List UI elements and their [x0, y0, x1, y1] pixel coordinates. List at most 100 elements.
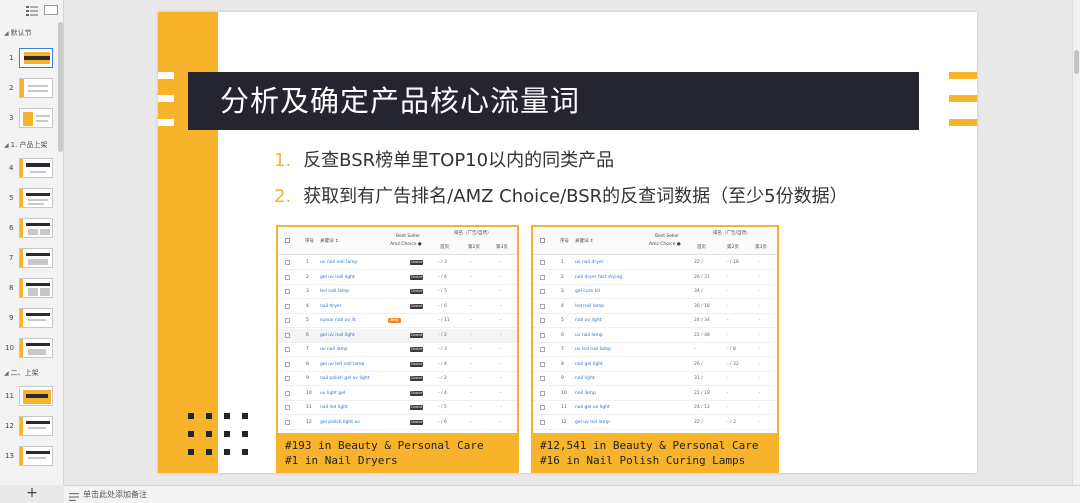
slide-thumb-7[interactable]: 7	[0, 248, 58, 272]
row-checkbox[interactable]	[285, 318, 290, 323]
keyword-link[interactable]: sunuv nail uv lit	[320, 314, 356, 327]
table-row[interactable]: 8 gel uv led nail lamp Choice - / 4 - -	[278, 358, 517, 372]
row-checkbox[interactable]	[285, 361, 290, 367]
row-checkbox[interactable]	[540, 289, 545, 294]
table-row[interactable]: 10 uv light gel Choice - / 4 - -	[278, 387, 517, 401]
keyword-link[interactable]: gel cure kit	[575, 285, 600, 298]
row-checkbox[interactable]	[285, 419, 290, 425]
keyword-link[interactable]: gel uv nail light	[320, 271, 355, 284]
slide-thumb-4[interactable]: 4	[0, 158, 58, 182]
row-checkbox[interactable]	[285, 274, 290, 280]
table-row[interactable]: 11 nail led light Choice - / 5 - -	[278, 401, 517, 416]
table-row[interactable]: 6 uv nail lamp 22 / 48 - -	[533, 329, 777, 343]
table-row[interactable]: 4 nail dryer Choice - / 6 - -	[278, 300, 517, 314]
bullet-item-2[interactable]: 2. 获取到有广告排名/AMZ Choice/BSR的反查词数据（至少5份数据）	[274, 182, 848, 208]
keyword-link[interactable]: gel uv led lamp	[575, 416, 610, 429]
keyword-screenshot-2[interactable]: 序号 关键词 ↕ Best Seller Amz Choice ● 排名（广告/…	[531, 225, 779, 473]
slide-title[interactable]: 分析及确定产品核心流量词	[220, 72, 580, 130]
vertical-scrollbar[interactable]	[1072, 0, 1080, 485]
slide-thumb-11[interactable]: 11	[0, 386, 58, 410]
table-row[interactable]: 6 gel uv nail light Choice - / 2 - -	[278, 328, 517, 343]
row-checkbox[interactable]	[540, 318, 545, 323]
table-row[interactable]: 1 uv nail dryer 22 / - / 18 -	[533, 256, 777, 271]
keyword-screenshot-1[interactable]: 序号 关键词 ↕ Best Seller Amz Choice ● 排名（广告/…	[276, 225, 519, 473]
keyword-link[interactable]: uv nail lamp	[575, 329, 603, 342]
table-row[interactable]: 3 led nail lamp Choice - / 5 - -	[278, 285, 517, 300]
row-checkbox[interactable]	[540, 303, 545, 309]
keyword-link[interactable]: uv nail dryer	[575, 256, 603, 269]
section-header[interactable]: ◢ 默认节	[4, 28, 32, 38]
keyword-link[interactable]: led nail lamp	[575, 300, 604, 313]
scrollbar-thumb[interactable]	[1074, 50, 1079, 74]
table-row[interactable]: 5 sunuv nail uv lit Best - / 11 - -	[278, 314, 517, 329]
table-row[interactable]: 12 gel polish light uv Choice - / 6 - -	[278, 416, 517, 430]
panel-scrollbar[interactable]	[58, 22, 63, 152]
slide-thumb-8[interactable]: 8	[0, 278, 58, 302]
table-row[interactable]: 7 uv led nail lamp - - / 8 -	[533, 343, 777, 358]
slide-thumb-5[interactable]: 5	[0, 188, 58, 212]
slide-thumb-10[interactable]: 10	[0, 338, 58, 362]
table-row[interactable]: 3 gel cure kit 34 / - -	[533, 285, 777, 300]
slide-thumb-12[interactable]: 12	[0, 416, 58, 440]
keyword-link[interactable]: led nail lamp	[320, 285, 349, 298]
row-checkbox[interactable]	[540, 361, 545, 367]
slide-canvas[interactable]: 分析及确定产品核心流量词 1. 反查BSR榜单里TOP10以内的同类产品 2. 获取…	[158, 12, 977, 473]
keyword-link[interactable]: uv nail lamp	[320, 343, 348, 356]
row-checkbox[interactable]	[540, 332, 545, 338]
row-checkbox[interactable]	[285, 289, 290, 294]
section-header[interactable]: ◢ 1. 产品上架	[4, 140, 48, 150]
row-checkbox[interactable]	[285, 405, 290, 410]
table-row[interactable]: 2 nail dryer fast drying 26 / 31 - -	[533, 271, 777, 285]
slide-thumb-9[interactable]: 9	[0, 308, 58, 332]
title-band[interactable]: 分析及确定产品核心流量词	[188, 72, 919, 130]
row-checkbox[interactable]	[285, 376, 290, 381]
slide-thumb-3[interactable]: 3	[0, 108, 58, 132]
row-checkbox[interactable]	[285, 347, 290, 352]
notes-bar[interactable]: 单击此处添加备注	[64, 485, 1080, 503]
section-header[interactable]: ◢ 二、上架	[4, 368, 39, 378]
row-checkbox[interactable]	[285, 303, 290, 309]
outline-view-icon[interactable]	[25, 5, 39, 17]
table-row[interactable]: 11 nail gel uv light 24 / 12 - -	[533, 401, 777, 416]
keyword-link[interactable]: nail led light	[320, 401, 348, 414]
notes-placeholder[interactable]: 单击此处添加备注	[83, 489, 147, 500]
keyword-link[interactable]: gel polish light uv	[320, 416, 360, 429]
table-row[interactable]: 2 gel uv nail light Choice - / 4 - -	[278, 271, 517, 285]
row-checkbox[interactable]	[540, 405, 545, 410]
keyword-link[interactable]: uv nail nail lamp	[320, 256, 357, 269]
row-checkbox[interactable]	[540, 274, 545, 280]
keyword-link[interactable]: nail dryer fast drying	[575, 271, 622, 284]
table-row[interactable]: 12 gel uv led lamp 22 / - / 2 -	[533, 416, 777, 430]
row-checkbox[interactable]	[540, 390, 545, 396]
slide-thumb-2[interactable]: 2	[0, 78, 58, 102]
row-checkbox[interactable]	[285, 260, 290, 265]
keyword-link[interactable]: nail light	[575, 372, 595, 385]
table-row[interactable]: 5 nail uv light 24 / 34 - -	[533, 314, 777, 329]
keyword-link[interactable]: nail gel light	[575, 358, 603, 371]
keyword-link[interactable]: nail gel uv light	[575, 401, 610, 414]
row-checkbox[interactable]	[540, 419, 545, 425]
table-row[interactable]: 4 led nail lamp 36 / 18 - -	[533, 300, 777, 314]
table-row[interactable]: 9 nail polish gel uv light Choice - / 2 - -	[278, 372, 517, 387]
row-checkbox[interactable]	[540, 376, 545, 381]
slide-thumb-6[interactable]: 6	[0, 218, 58, 242]
add-slide-button[interactable]: +	[0, 485, 64, 503]
keyword-link[interactable]: gel uv nail light	[320, 329, 355, 342]
keyword-link[interactable]: uv light gel	[320, 387, 345, 400]
keyword-link[interactable]: nail dryer	[320, 300, 342, 313]
row-checkbox[interactable]	[285, 390, 290, 396]
slide-thumb-13[interactable]: 13	[0, 446, 58, 470]
slide-thumb-1[interactable]: 1	[0, 48, 58, 72]
table-row[interactable]: 8 nail gel light 26 / - / 32 -	[533, 358, 777, 372]
keyword-link[interactable]: nail lamp	[575, 387, 596, 400]
table-row[interactable]: 10 nail lamp 22 / 18 - -	[533, 387, 777, 401]
table-row[interactable]: 7 uv nail lamp Choice - / 3 - -	[278, 343, 517, 358]
row-checkbox[interactable]	[540, 347, 545, 352]
slide-view-icon[interactable]	[44, 5, 58, 17]
table-row[interactable]: 9 nail light 31 / - -	[533, 372, 777, 387]
row-checkbox[interactable]	[285, 332, 290, 338]
keyword-link[interactable]: uv led nail lamp	[575, 343, 611, 356]
row-checkbox[interactable]	[540, 260, 545, 265]
table-row[interactable]: 1 uv nail nail lamp Choice - / 3 - -	[278, 256, 517, 271]
keyword-link[interactable]: nail uv light	[575, 314, 601, 327]
